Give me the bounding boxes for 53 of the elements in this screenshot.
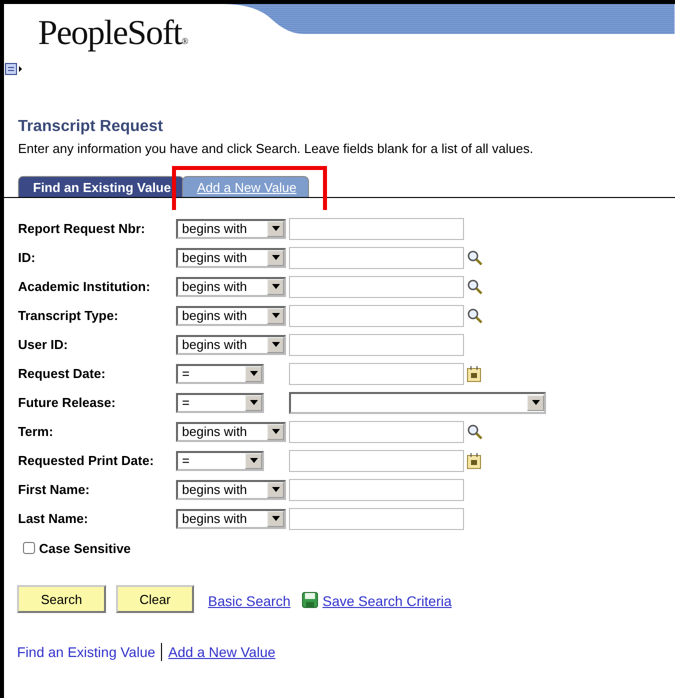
operator-dropdown[interactable]: begins with [176,218,286,238]
input-field[interactable] [289,362,464,384]
search-icon[interactable] [467,308,483,324]
link[interactable]: Save Search Criteria [322,593,452,609]
input-field[interactable] [289,478,464,500]
field-label: Future Release: [18,395,117,410]
input-field[interactable] [289,304,464,326]
field-label: Term: [18,424,54,439]
operator-dropdown[interactable]: begins with [176,422,286,442]
input-field[interactable] [289,276,464,298]
link[interactable]: Find an Existing Value [17,644,156,660]
search-icon[interactable] [467,278,483,294]
operator-dropdown[interactable]: begins with [176,248,286,268]
link[interactable]: Add a New Value [168,644,276,660]
save-icon[interactable] [302,592,318,608]
input-field[interactable] [289,420,464,442]
tab[interactable]: Find an Existing Value [18,176,184,197]
value-dropdown[interactable] [289,392,546,414]
field-label: Report Request Nbr: [18,221,146,236]
operator-dropdown[interactable]: = [176,364,264,384]
field-label: Academic Institution: [18,279,152,294]
operator-dropdown[interactable]: = [176,450,264,470]
input-field[interactable] [289,218,464,240]
operator-dropdown[interactable]: begins with [176,276,286,296]
menu-icon[interactable] [5,63,23,75]
input-field[interactable] [289,334,464,356]
calendar-icon[interactable] [467,366,481,382]
input-field[interactable] [289,450,464,472]
operator-dropdown[interactable]: = [176,392,264,412]
instructions: Enter any information you have and click Search. Leave fields blank for a list of all values. [18,141,534,156]
calendar-icon[interactable] [467,452,481,468]
operator-dropdown[interactable]: begins with [176,306,286,326]
field-label: Requested Print Date: [18,453,155,468]
checkbox-label: Case Sensitive [39,540,131,556]
link[interactable]: Basic Search [208,593,290,609]
field-label: User ID: [18,337,69,352]
field-label: First Name: [18,482,91,497]
page-title: Transcript Request [18,118,164,136]
action-button[interactable]: Search [17,585,106,613]
operator-dropdown[interactable]: begins with [176,480,286,500]
field-label: Last Name: [18,511,90,526]
input-field[interactable] [289,246,464,268]
logo: PeopleSoft® [38,14,188,52]
operator-dropdown[interactable]: begins with [176,334,286,354]
field-label: Transcript Type: [18,308,120,323]
checkbox[interactable] [23,542,35,554]
field-label: ID: [18,250,36,265]
operator-dropdown[interactable]: begins with [176,508,286,528]
field-label: Request Date: [18,366,106,381]
search-icon[interactable] [467,250,483,266]
search-icon[interactable] [467,424,483,440]
action-button[interactable]: Clear [116,585,194,613]
input-field[interactable] [289,508,464,530]
